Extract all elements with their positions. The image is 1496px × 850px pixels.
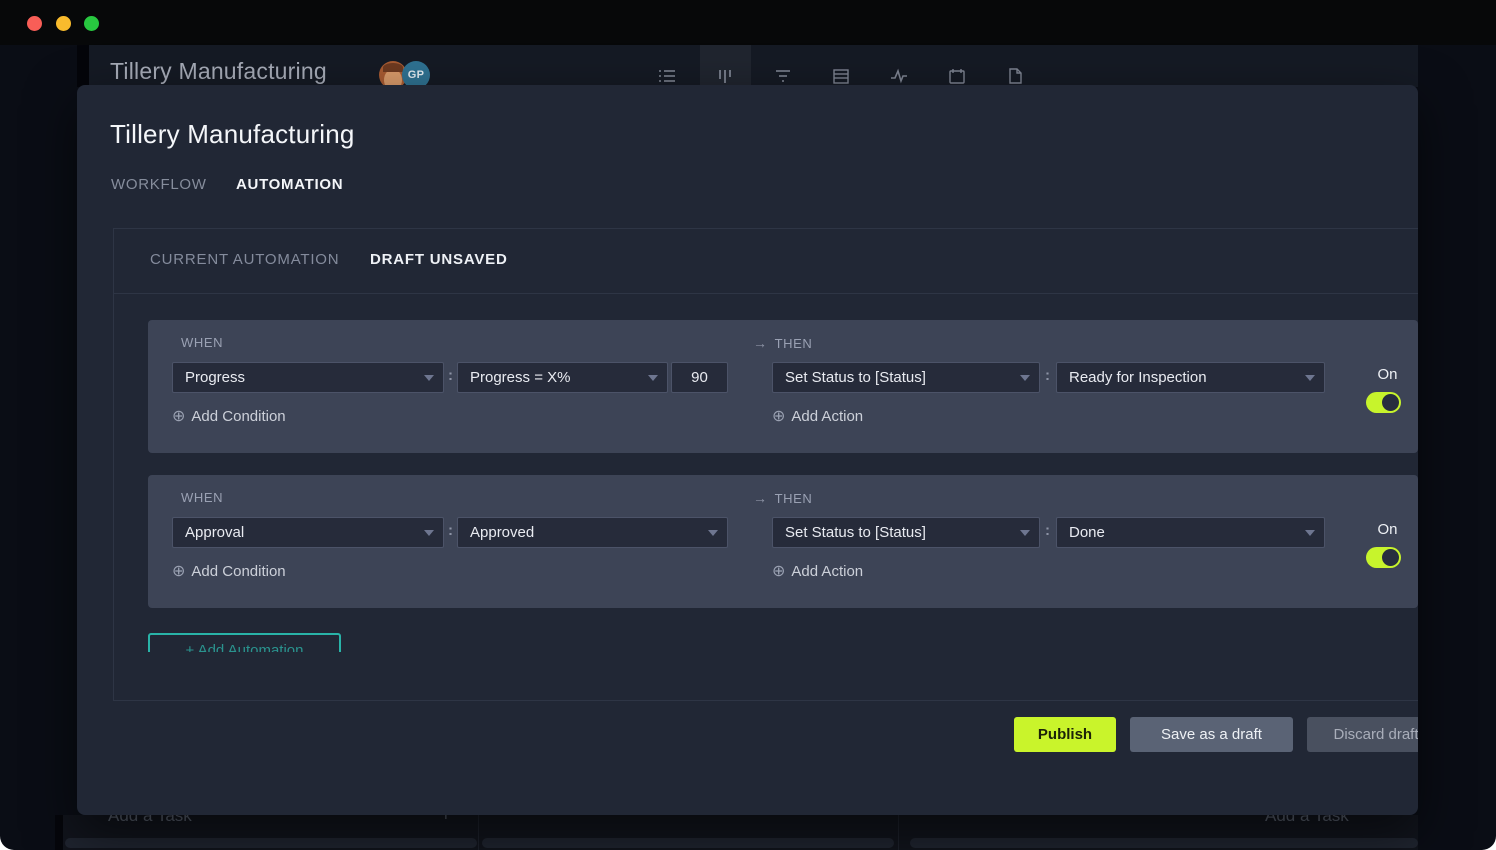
board-view-icon[interactable] bbox=[715, 66, 735, 86]
condition-operator-dropdown[interactable]: Progress = X% bbox=[457, 362, 668, 393]
minimize-window-button[interactable] bbox=[56, 16, 71, 31]
column-divider bbox=[478, 815, 479, 850]
toggle-state-label: On bbox=[1370, 521, 1405, 538]
table-view-icon[interactable] bbox=[831, 66, 851, 86]
action-field-dropdown[interactable]: Set Status to [Status] bbox=[772, 517, 1040, 548]
add-action-label: Add Action bbox=[791, 563, 863, 580]
add-action-button[interactable]: ⊕ Add Action bbox=[772, 406, 863, 426]
condition-operator-dropdown[interactable]: Approved bbox=[457, 517, 728, 548]
when-label: WHEN bbox=[181, 335, 223, 350]
action-value-text: Ready for Inspection bbox=[1069, 369, 1207, 386]
background-app-sidebar-edge bbox=[77, 45, 89, 87]
macos-titlebar bbox=[0, 0, 1496, 45]
column-divider bbox=[898, 815, 899, 850]
add-condition-label: Add Condition bbox=[191, 563, 285, 580]
discard-draft-button[interactable]: Discard draft bbox=[1307, 717, 1418, 752]
action-field-value: Set Status to [Status] bbox=[785, 369, 926, 386]
action-value-dropdown[interactable]: Ready for Inspection bbox=[1056, 362, 1325, 393]
then-label: → THEN bbox=[753, 490, 812, 506]
tab-workflow[interactable]: WORKFLOW bbox=[111, 176, 207, 193]
screen: Tillery Manufacturing GP bbox=[0, 0, 1496, 850]
filter-view-icon[interactable] bbox=[773, 66, 793, 86]
tab-automation[interactable]: AUTOMATION bbox=[236, 176, 343, 193]
condition-operator-value: Approved bbox=[470, 524, 534, 541]
subtab-divider bbox=[113, 293, 1418, 294]
calendar-view-icon[interactable] bbox=[947, 66, 967, 86]
chevron-down-icon bbox=[424, 375, 434, 381]
chevron-down-icon bbox=[1020, 375, 1030, 381]
add-condition-label: Add Condition bbox=[191, 408, 285, 425]
chevron-down-icon bbox=[1305, 530, 1315, 536]
chevron-down-icon bbox=[708, 530, 718, 536]
colon-separator: : bbox=[448, 367, 453, 384]
automation-rule-card: WHEN Progress : Progress = X% 90 ⊕ Add Co… bbox=[148, 320, 1418, 453]
condition-field-value: Progress bbox=[185, 369, 245, 386]
then-text: THEN bbox=[775, 491, 813, 506]
background-project-title: Tillery Manufacturing bbox=[110, 58, 327, 85]
then-text: THEN bbox=[775, 336, 813, 351]
horizontal-scrollbar[interactable] bbox=[910, 838, 1418, 848]
modal-title: Tillery Manufacturing bbox=[110, 119, 355, 150]
subtab-draft-unsaved[interactable]: DRAFT UNSAVED bbox=[370, 251, 508, 268]
automation-settings-modal: Tillery Manufacturing WORKFLOW AUTOMATIO… bbox=[77, 85, 1418, 815]
toggle-knob bbox=[1382, 394, 1399, 411]
action-value-text: Done bbox=[1069, 524, 1105, 541]
add-automation-button[interactable]: + Add Automation bbox=[148, 633, 341, 652]
automation-rule-card: WHEN Approval : Approved ⊕Add Condition … bbox=[148, 475, 1418, 608]
condition-value-input[interactable]: 90 bbox=[671, 362, 728, 393]
document-view-icon[interactable] bbox=[1005, 66, 1025, 86]
colon-separator: : bbox=[448, 522, 453, 539]
toggle-knob bbox=[1382, 549, 1399, 566]
chevron-down-icon bbox=[1020, 530, 1030, 536]
panel-top-border bbox=[113, 228, 1418, 229]
footer-divider bbox=[113, 700, 1418, 701]
rule-enabled-toggle[interactable] bbox=[1366, 547, 1401, 568]
chevron-down-icon bbox=[648, 375, 658, 381]
plus-circle-icon: ⊕ bbox=[772, 408, 785, 425]
background-column-edge bbox=[55, 815, 63, 850]
chevron-down-icon bbox=[424, 530, 434, 536]
condition-field-dropdown[interactable]: Progress bbox=[172, 362, 444, 393]
add-automation-clip: + Add Automation bbox=[148, 633, 341, 652]
add-action-button[interactable]: ⊕ Add Action bbox=[772, 561, 863, 581]
zoom-window-button[interactable] bbox=[84, 16, 99, 31]
condition-field-value: Approval bbox=[185, 524, 244, 541]
colon-separator: : bbox=[1045, 367, 1050, 384]
toggle-state-label: On bbox=[1370, 366, 1405, 383]
activity-view-icon[interactable] bbox=[889, 66, 909, 86]
save-as-draft-button[interactable]: Save as a draft bbox=[1130, 717, 1293, 752]
plus-circle-icon: ⊕ bbox=[772, 563, 785, 580]
add-condition-button[interactable]: ⊕ Add Condition bbox=[172, 406, 286, 426]
condition-operator-value: Progress = X% bbox=[470, 369, 570, 386]
publish-button[interactable]: Publish bbox=[1014, 717, 1116, 752]
then-arrow-icon: → bbox=[753, 335, 768, 351]
action-value-dropdown[interactable]: Done bbox=[1056, 517, 1325, 548]
colon-separator: : bbox=[1045, 522, 1050, 539]
when-label: WHEN bbox=[181, 490, 223, 505]
then-arrow-icon: → bbox=[753, 490, 768, 506]
then-label: → THEN bbox=[753, 335, 812, 351]
action-field-value: Set Status to [Status] bbox=[785, 524, 926, 541]
chevron-down-icon bbox=[1305, 375, 1315, 381]
list-view-icon[interactable] bbox=[657, 66, 677, 86]
plus-circle-icon: ⊕ bbox=[172, 408, 185, 425]
condition-field-dropdown[interactable]: Approval bbox=[172, 517, 444, 548]
add-condition-button[interactable]: ⊕ Add Condition bbox=[172, 561, 286, 581]
horizontal-scrollbar[interactable] bbox=[65, 838, 477, 848]
plus-circle-icon: ⊕ bbox=[172, 563, 185, 580]
rule-enabled-toggle[interactable] bbox=[1366, 392, 1401, 413]
subtab-current-automation[interactable]: CURRENT AUTOMATION bbox=[150, 251, 339, 268]
horizontal-scrollbar[interactable] bbox=[482, 838, 894, 848]
action-field-dropdown[interactable]: Set Status to [Status] bbox=[772, 362, 1040, 393]
add-action-label: Add Action bbox=[791, 408, 863, 425]
panel-left-border bbox=[113, 228, 114, 700]
close-window-button[interactable] bbox=[27, 16, 42, 31]
